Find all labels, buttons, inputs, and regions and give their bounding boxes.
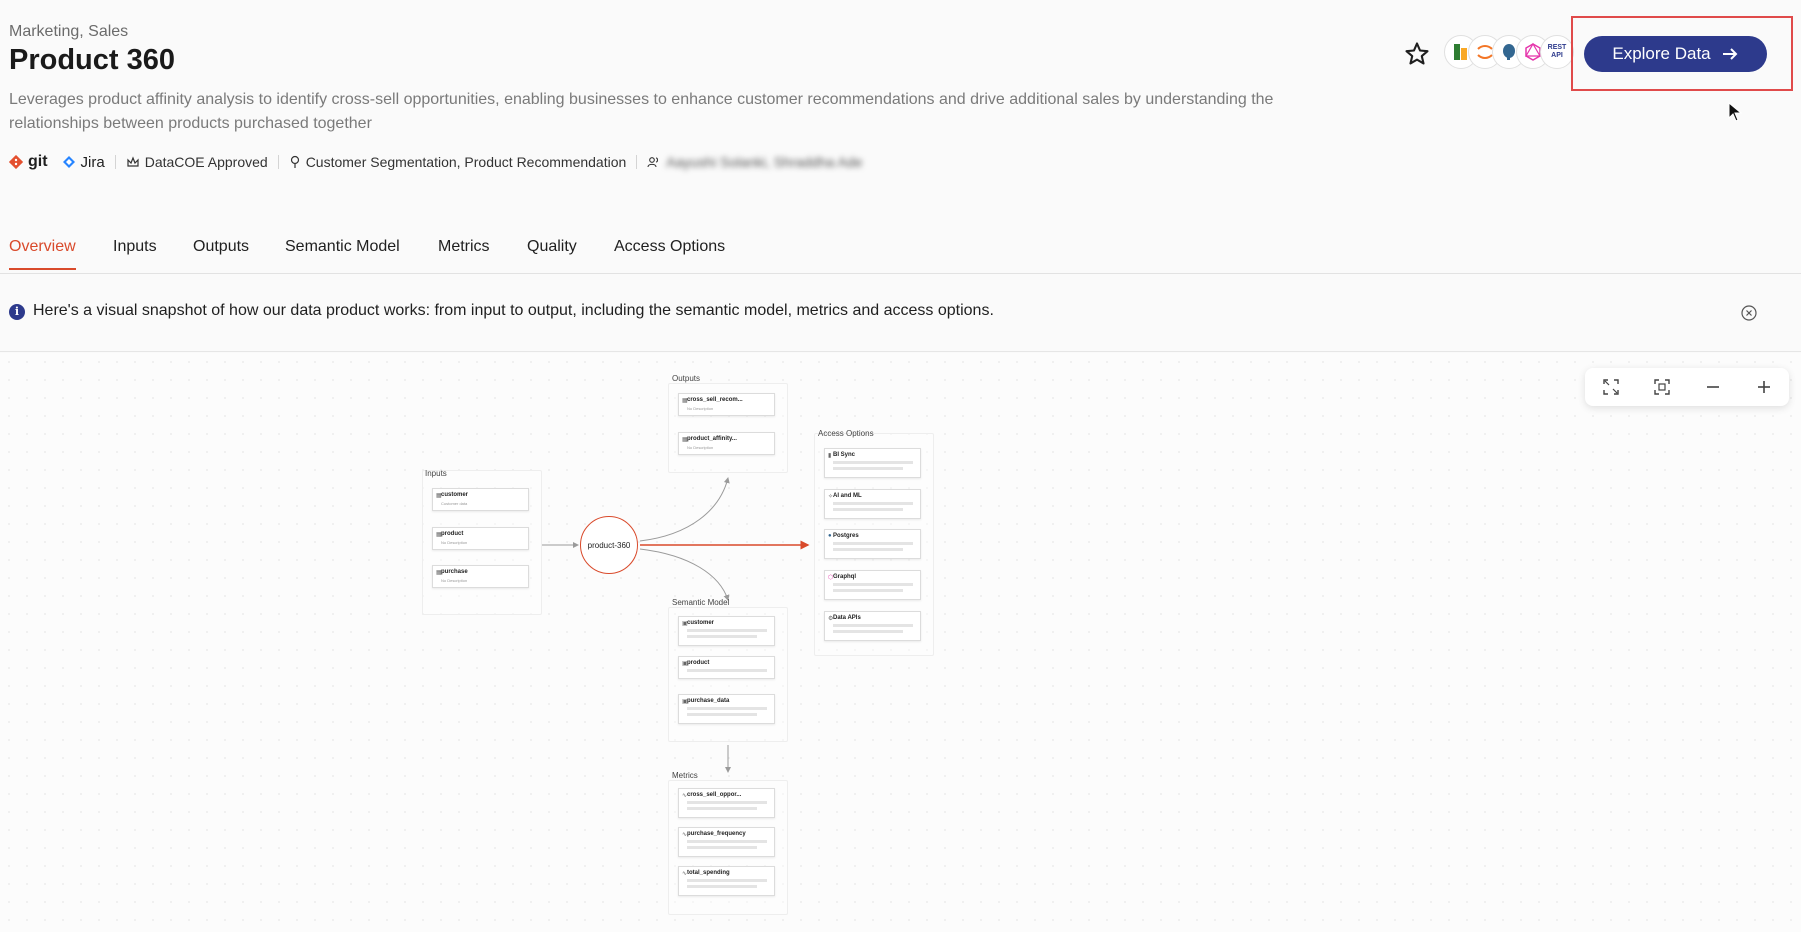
access-card[interactable]: ● Postgres — [824, 529, 921, 559]
semantic-card[interactable]: ▣ purchase_data — [678, 694, 775, 724]
card-text-placeholder — [833, 508, 903, 511]
card-text-placeholder — [833, 630, 903, 633]
card-text-placeholder — [833, 548, 903, 551]
card-text-placeholder — [687, 669, 767, 672]
card-text-placeholder — [687, 629, 767, 632]
card-title: total_spending — [687, 870, 730, 876]
card-title: cross_sell_recom... — [687, 397, 743, 403]
card-subtitle: No Description — [441, 540, 468, 545]
input-card[interactable]: ▦ purchase No Description — [432, 565, 529, 588]
card-title: product — [687, 660, 710, 666]
card-text-placeholder — [833, 589, 903, 592]
card-text-placeholder — [687, 707, 767, 710]
card-text-placeholder — [833, 583, 913, 586]
access-card[interactable]: ⚙ Data APIs — [824, 611, 921, 641]
postgres-icon: ● — [828, 533, 832, 539]
access-card[interactable]: ⬡ Graphql — [824, 570, 921, 600]
card-text-placeholder — [833, 467, 903, 470]
card-text-placeholder — [687, 713, 757, 716]
page: Marketing, Sales Product 360 Leverages p… — [0, 0, 1801, 932]
card-text-placeholder — [833, 624, 913, 627]
card-text-placeholder — [833, 461, 913, 464]
card-title: cross_sell_oppor... — [687, 792, 742, 798]
card-text-placeholder — [687, 885, 757, 888]
card-title: product_affinity... — [687, 436, 737, 442]
card-text-placeholder — [687, 879, 767, 882]
card-title: product — [441, 531, 464, 537]
card-text-placeholder — [833, 502, 913, 505]
access-card[interactable]: ▮ BI Sync — [824, 448, 921, 478]
card-text-placeholder — [687, 801, 767, 804]
card-title: BI Sync — [833, 452, 856, 458]
card-title: customer — [441, 492, 469, 498]
access-options-group-label: Access Options — [818, 429, 874, 438]
card-text-placeholder — [687, 635, 757, 638]
card-title: purchase_data — [687, 698, 730, 704]
metric-card[interactable]: ∿ cross_sell_oppor... — [678, 788, 775, 818]
output-card[interactable]: ▦ product_affinity... No Description — [678, 432, 775, 455]
hub-node[interactable]: product-360 — [580, 516, 638, 574]
bi-sync-icon: ▮ — [828, 453, 832, 459]
card-subtitle: Customer data — [441, 501, 468, 506]
card-title: customer — [687, 620, 715, 626]
card-text-placeholder — [833, 542, 913, 545]
metric-card[interactable]: ∿ total_spending — [678, 866, 775, 896]
card-title: Graphql — [833, 574, 857, 580]
card-title: Data APIs — [833, 615, 861, 621]
metrics-group-label: Metrics — [672, 771, 698, 780]
output-card[interactable]: ▦ cross_sell_recom... No Description — [678, 393, 775, 416]
card-title: purchase_frequency — [687, 831, 746, 837]
card-text-placeholder — [687, 807, 757, 810]
card-title: AI and ML — [833, 493, 862, 499]
semantic-card[interactable]: ▣ customer — [678, 616, 775, 646]
access-card[interactable]: ✧ AI and ML — [824, 489, 921, 519]
card-subtitle: No Description — [441, 578, 468, 583]
input-card[interactable]: ▦ customer Customer data — [432, 488, 529, 511]
semantic-model-group-label: Semantic Model — [672, 598, 730, 607]
outputs-group-label: Outputs — [672, 374, 701, 383]
card-title: purchase — [441, 569, 468, 575]
hub-label: product-360 — [587, 540, 631, 550]
input-card[interactable]: ▦ product No Description — [432, 527, 529, 550]
card-text-placeholder — [687, 840, 767, 843]
card-subtitle: No Description — [687, 445, 714, 450]
semantic-card[interactable]: ▣ product — [678, 656, 775, 679]
inputs-group-label: Inputs — [425, 469, 447, 478]
metric-card[interactable]: ∿ purchase_frequency — [678, 827, 775, 857]
card-subtitle: No Description — [687, 406, 714, 411]
card-title: Postgres — [833, 533, 859, 539]
card-text-placeholder — [687, 846, 757, 849]
